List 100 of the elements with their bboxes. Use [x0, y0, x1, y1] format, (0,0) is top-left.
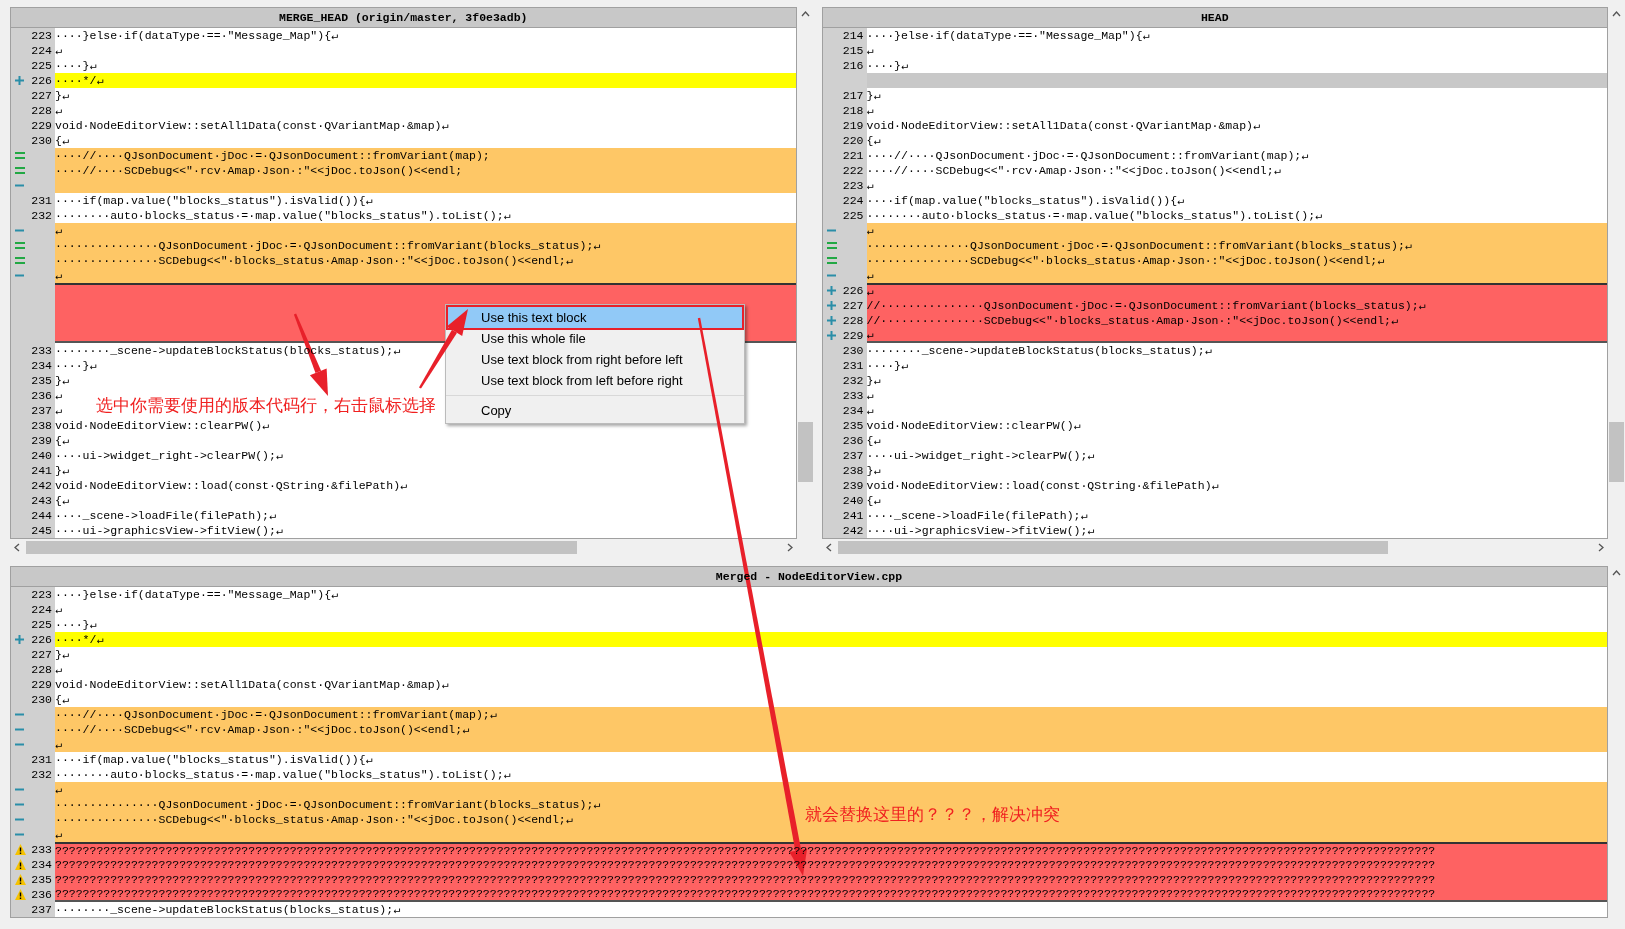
code-text: }↵ — [866, 89, 881, 102]
line-number: 214 — [842, 28, 864, 43]
line-number: 229 — [842, 328, 864, 343]
menu-item[interactable]: Use text block from left before right — [448, 370, 742, 391]
code-text: ····_scene->loadFile(filePath);↵ — [55, 509, 276, 522]
plus-icon — [826, 316, 836, 325]
line-number: 225 — [842, 208, 864, 223]
line-number: 225 — [31, 617, 52, 632]
code-text: ····//····QJsonDocument·jDoc·=·QJsonDocument::fromVariant(map);↵ — [55, 708, 497, 721]
line-number: 234 — [31, 857, 52, 872]
line-number: 234 — [31, 358, 52, 373]
line-number: 229 — [31, 677, 52, 692]
code-text: ???????????????????????????????????????????????????????????????????????????????????????????????????????????????????????????????????????????????????????????????????????????????????????????????????????? — [55, 873, 1436, 886]
scrollbar-thumb[interactable] — [837, 541, 1389, 554]
line-number: 223 — [31, 28, 52, 43]
line-number: 229 — [31, 118, 52, 133]
menu-item[interactable]: Copy — [448, 400, 742, 421]
line-number: 230 — [842, 343, 864, 358]
code-text: {↵ — [866, 134, 881, 147]
code-text: ↵ — [866, 44, 874, 57]
scrollbar-thumb[interactable] — [26, 541, 577, 554]
minus-icon — [15, 728, 24, 731]
menu-item[interactable]: Use this text block — [448, 307, 742, 328]
line-number: 243 — [31, 493, 52, 508]
code-text: ····//····SCDebug<<"·rcv·Amap·Json·:"<<jDoc.toJson()<<endl; — [55, 164, 463, 177]
code-text: }↵ — [55, 648, 69, 661]
code-text: ↵ — [55, 404, 62, 417]
line-number: 232 — [31, 208, 52, 223]
equals-icon — [15, 242, 25, 249]
code-text: void·NodeEditorView::setAll1Data(const·QVariantMap·&map)↵ — [55, 678, 449, 691]
scroll-right-icon[interactable] — [786, 543, 793, 552]
code-text: void·NodeEditorView::load(const·QString·&filePath)↵ — [866, 479, 1219, 492]
line-number: 236 — [842, 433, 864, 448]
minus-icon — [826, 229, 836, 232]
code-text: }↵ — [866, 464, 881, 477]
scroll-up-icon[interactable] — [800, 11, 810, 17]
equals-icon — [826, 257, 837, 264]
code-text: {↵ — [55, 134, 69, 147]
line-number: 228 — [842, 313, 864, 328]
code-text: ····if(map.value("blocks_status").isValid()){↵ — [55, 753, 373, 766]
scroll-up-icon[interactable] — [1612, 11, 1621, 17]
menu-item[interactable]: Use text block from right before left — [448, 349, 742, 370]
code-text: ········auto·blocks_status·=·map.value("blocks_status").toList();↵ — [55, 209, 511, 222]
equals-icon — [15, 152, 25, 159]
line-number: 241 — [842, 508, 864, 523]
minus-icon — [826, 274, 836, 277]
code-text: ····}↵ — [866, 359, 908, 372]
line-number: 217 — [842, 88, 864, 103]
code-text: ↵ — [55, 663, 62, 676]
code-text: ····}else·if(dataType·==·"Message_Map"){↵ — [55, 29, 338, 42]
line-number: 226 — [842, 283, 864, 298]
code-text: ····ui->widget_right->clearPW();↵ — [866, 449, 1095, 462]
code-text: ···············SCDebug<<"·blocks_status·Amap·Json·:"<<jDoc.toJson()<<endl;↵ — [55, 254, 573, 267]
code-text: ↵ — [55, 224, 62, 237]
code-text: ↵ — [866, 269, 874, 282]
code-text: ↵ — [55, 104, 62, 117]
line-number: 220 — [842, 133, 864, 148]
minus-icon — [15, 713, 24, 716]
code-text: ···············QJsonDocument·jDoc·=·QJsonDocument::fromVariant(blocks_status);↵ — [55, 239, 601, 252]
line-number: 244 — [31, 508, 52, 523]
line-number: 235 — [842, 418, 864, 433]
code-text: ···············QJsonDocument·jDoc·=·QJsonDocument::fromVariant(blocks_status);↵ — [866, 239, 1412, 252]
scrollbar-thumb[interactable] — [797, 422, 813, 482]
code-text: }↵ — [866, 374, 881, 387]
minus-icon — [15, 818, 24, 821]
code-text: ↵ — [55, 389, 62, 402]
line-number: 225 — [31, 58, 52, 73]
scroll-up-icon[interactable] — [1612, 570, 1621, 576]
code-text: void·NodeEditorView::load(const·QString·&filePath)↵ — [55, 479, 407, 492]
scroll-left-icon[interactable] — [14, 543, 20, 552]
equals-icon — [826, 242, 837, 249]
pane-title: MERGE_HEAD (origin/master, 3f0e3adb) — [279, 9, 528, 26]
line-number: 219 — [842, 118, 864, 133]
line-number: 228 — [31, 662, 52, 677]
code-text: ····*/↵ — [55, 74, 104, 87]
code-text: }↵ — [55, 464, 69, 477]
code-text: {↵ — [866, 434, 881, 447]
line-number: 223 — [31, 587, 52, 602]
line-number: 234 — [842, 403, 864, 418]
code-text: void·NodeEditorView::setAll1Data(const·QVariantMap·&map)↵ — [866, 119, 1260, 132]
code-text: ····//····SCDebug<<"·rcv·Amap·Json·:"<<jDoc.toJson()<<endl;↵ — [55, 723, 470, 736]
code-text: ↵ — [866, 328, 874, 341]
line-number: 215 — [842, 43, 864, 58]
line-number: 226 — [31, 73, 52, 88]
scroll-right-icon[interactable] — [1598, 543, 1604, 552]
line-number: 240 — [31, 448, 52, 463]
scrollbar-thumb[interactable] — [1609, 422, 1624, 482]
line-number: 238 — [842, 463, 864, 478]
plus-icon — [15, 76, 24, 85]
warning-icon — [15, 844, 26, 855]
line-number: 223 — [842, 178, 864, 193]
code-text: ↵ — [55, 738, 62, 751]
code-text: void·NodeEditorView::clearPW()↵ — [866, 419, 1081, 432]
minus-icon — [15, 743, 24, 746]
menu-item[interactable]: Use this whole file — [448, 328, 742, 349]
line-number: 224 — [842, 193, 864, 208]
minus-icon — [15, 229, 24, 232]
line-number: 232 — [31, 767, 52, 782]
scroll-left-icon[interactable] — [825, 543, 832, 552]
line-number: 232 — [842, 373, 864, 388]
